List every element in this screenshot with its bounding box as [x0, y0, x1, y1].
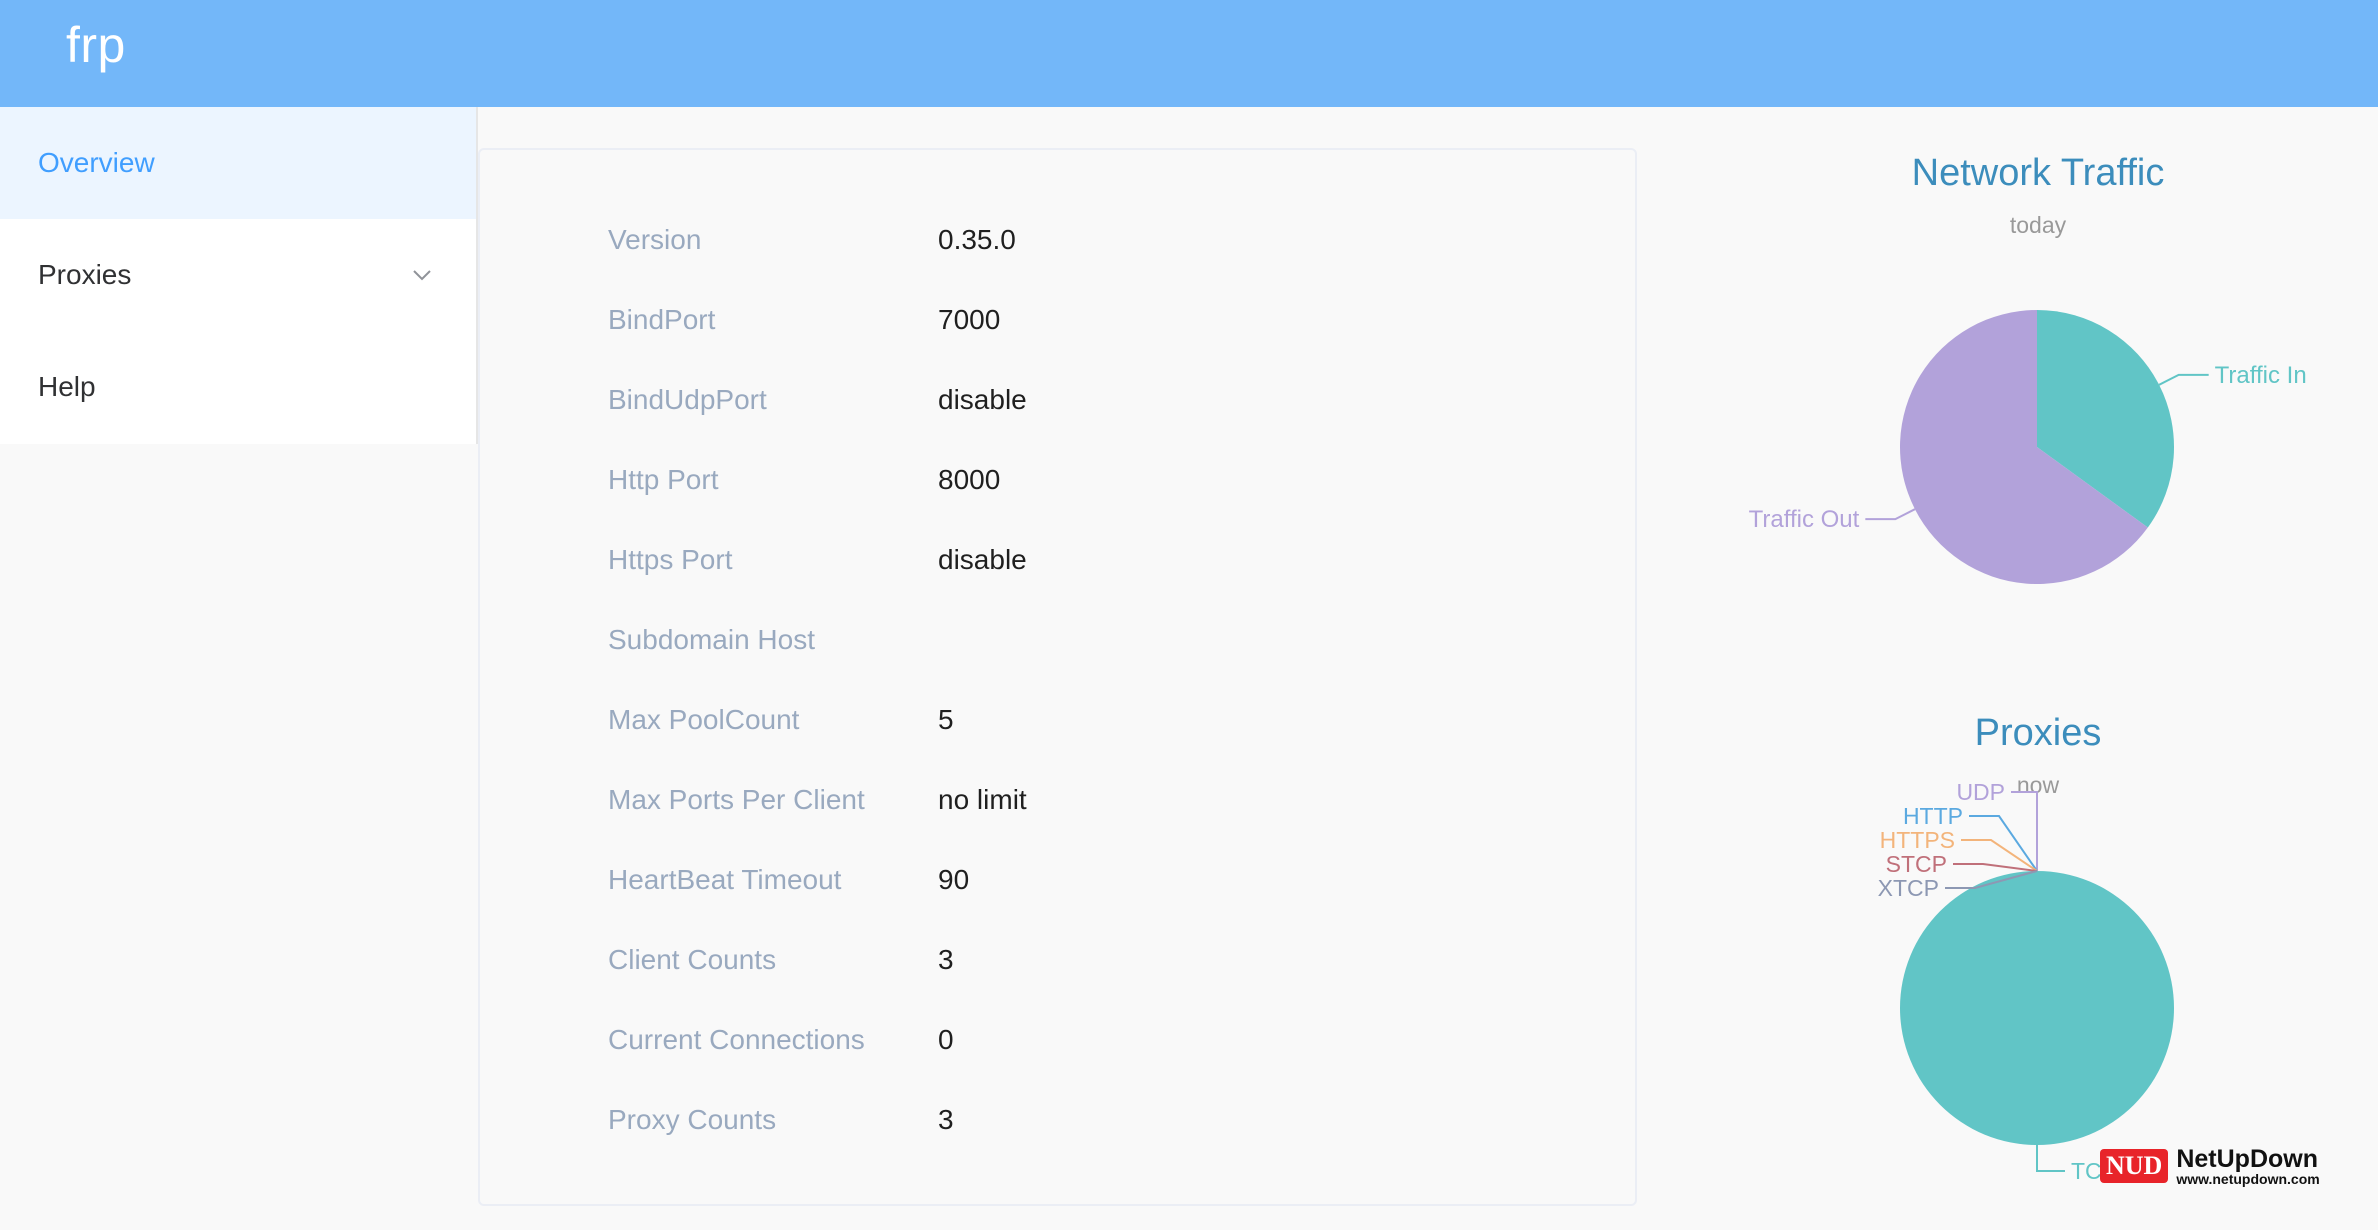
pie-label-udp: UDP: [1956, 779, 2005, 805]
pie-slice-tcp[interactable]: [1900, 871, 2174, 1145]
pie-label-https: HTTPS: [1880, 827, 1955, 853]
pie-label-xtcp: XTCP: [1878, 875, 1939, 901]
pie-label-line-stcp: [1953, 863, 2038, 872]
watermark-name: NetUpDown: [2176, 1144, 2318, 1173]
pie-label-line-traffic-in: [2158, 373, 2209, 386]
pie-charts: Traffic In Traffic Out UDPHTTPHTTPSSTCPXTC…: [1749, 310, 2307, 1184]
watermark-badge: NUD: [2100, 1149, 2169, 1183]
watermark-url: www.netupdown.com: [2176, 1170, 2320, 1187]
pie-label-http: HTTP: [1903, 803, 1963, 829]
pie-label-line-traffic-out: [1865, 508, 1916, 521]
pie-label-line-http: [1969, 815, 2038, 872]
pie-label-traffic-in: Traffic In: [2215, 362, 2307, 389]
pie-label-traffic-out: Traffic Out: [1749, 506, 1860, 533]
pie-label-stcp: STCP: [1886, 851, 1947, 877]
watermark-logo: NUD NetUpDown www.netupdown.com: [2100, 1143, 2350, 1189]
pie-label-line-tcp: [2036, 1145, 2065, 1172]
pie-label-line-udp: [2011, 791, 2038, 871]
